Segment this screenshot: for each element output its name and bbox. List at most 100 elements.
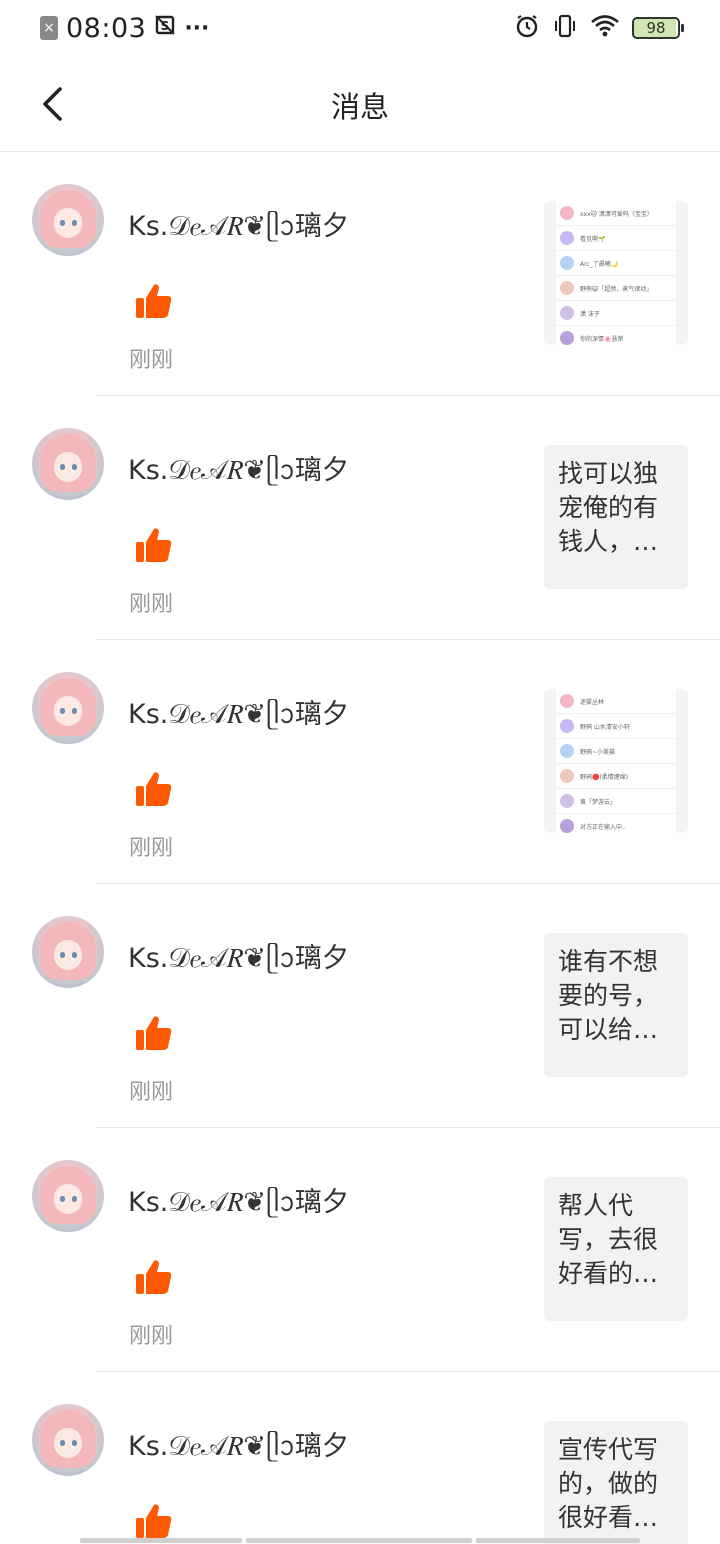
post-preview-text[interactable]: 谁有不想要的号，可以给…: [544, 933, 688, 1077]
preview-name: 野鸦🔴(柔情缠绵): [580, 773, 629, 781]
timestamp: 刚刚: [129, 836, 174, 861]
timestamp: 刚刚: [129, 348, 174, 373]
avatar-face: [54, 452, 82, 482]
preview-name: 看见啊🌱: [580, 235, 606, 243]
indicator-segment: [246, 1538, 472, 1543]
preview-name: 对方正在输入中..: [580, 823, 626, 831]
post-preview-image[interactable]: 迷雾丛林野鸦 山水清安小轩 野鸦~小美猫野鸦🔴(柔情缠绵) 黄「梦游云」对方正在输入…: [544, 689, 688, 833]
avatar-face: [54, 208, 82, 238]
status-right: 98: [514, 12, 684, 44]
header: 消息: [0, 56, 720, 152]
preview-name: 潇 沫子: [580, 310, 600, 318]
preview-name: 野鸦~小美猫: [580, 748, 616, 756]
preview-name: 你的深情🌸慧荣: [580, 335, 624, 343]
battery-level: 98: [646, 19, 666, 37]
preview-name: xxx🐱 潇潇可爱吗〈宝宝〉: [580, 210, 653, 218]
preview-list-item: 潇 沫子: [556, 301, 676, 326]
avatar[interactable]: [32, 672, 104, 744]
preview-name: Arc_了晨曦🌙: [580, 260, 619, 268]
page-title: 消息: [330, 90, 389, 124]
preview-list-item: 看见啊🌱: [556, 226, 676, 251]
wifi-icon: [590, 14, 620, 42]
preview-list-item: 黄「梦游云」: [556, 789, 676, 814]
preview-avatar: [560, 744, 574, 758]
avatar-eye: [60, 1196, 65, 1202]
preview-list-item: xxx🐱 潇潇可爱吗〈宝宝〉: [556, 201, 676, 226]
vibrate-icon: [552, 13, 578, 43]
avatar-face: [54, 1184, 82, 1214]
message-row[interactable]: Ks.𝒟𝑒𝒜𝑅❦ᥫᩣ璃夕 刚刚 xxx🐱 潇潇可爱吗〈宝宝〉 看见啊🌱 Arc_了晨…: [0, 152, 720, 396]
avatar-face: [54, 940, 82, 970]
thumbs-up-icon: [136, 528, 172, 562]
preview-list-item: 野熊😺「超然，蒸气律动」: [556, 276, 676, 301]
timestamp: 刚刚: [129, 1324, 174, 1349]
message-row[interactable]: Ks.𝒟𝑒𝒜𝑅❦ᥫᩣ璃夕 刚刚 谁有不想要的号，可以给…: [0, 884, 720, 1128]
preview-avatar: [560, 719, 574, 733]
avatar[interactable]: [32, 1404, 104, 1476]
avatar-eye: [72, 1440, 77, 1446]
preview-avatar: [560, 819, 574, 833]
username[interactable]: Ks.𝒟𝑒𝒜𝑅❦ᥫᩣ璃夕: [128, 1180, 349, 1226]
battery-icon: 98: [632, 17, 684, 39]
message-row[interactable]: Ks.𝒟𝑒𝒜𝑅❦ᥫᩣ璃夕 刚刚 迷雾丛林野鸦 山水清安小轩 野鸦~小美猫野鸦🔴(柔…: [0, 640, 720, 884]
indicator-segment: [476, 1538, 640, 1543]
preview-list-item: 你的深情🌸慧荣: [556, 326, 676, 345]
status-more: ···: [184, 15, 210, 41]
thumbs-up-icon: [136, 1016, 172, 1050]
avatar[interactable]: [32, 428, 104, 500]
avatar-eye: [60, 952, 65, 958]
post-preview-text[interactable]: 帮人代写，去很好看的…: [544, 1177, 688, 1321]
message-row[interactable]: Ks.𝒟𝑒𝒜𝑅❦ᥫᩣ璃夕 刚刚 帮人代写，去很好看的…: [0, 1128, 720, 1372]
username[interactable]: Ks.𝒟𝑒𝒜𝑅❦ᥫᩣ璃夕: [128, 1424, 349, 1470]
avatar-eye: [60, 1440, 65, 1446]
timestamp: 刚刚: [129, 1080, 174, 1105]
avatar-eye: [60, 708, 65, 714]
avatar[interactable]: [32, 1160, 104, 1232]
preview-avatar: [560, 281, 574, 295]
avatar[interactable]: [32, 184, 104, 256]
preview-avatar: [560, 769, 574, 783]
post-preview-text[interactable]: 找可以独宠俺的有钱人，…: [544, 445, 688, 589]
preview-name: 黄「梦游云」: [580, 798, 617, 806]
avatar-eye: [72, 464, 77, 470]
message-list[interactable]: Ks.𝒟𝑒𝒜𝑅❦ᥫᩣ璃夕 刚刚 xxx🐱 潇潇可爱吗〈宝宝〉 看见啊🌱 Arc_了晨…: [0, 152, 720, 1544]
indicator-segment: [80, 1538, 242, 1543]
avatar-eye: [72, 1196, 77, 1202]
preview-list-item: 野鸦🔴(柔情缠绵): [556, 764, 676, 789]
avatar[interactable]: [32, 916, 104, 988]
preview-name: 野熊😺「超然，蒸气律动」: [580, 285, 653, 293]
avatar-eye: [60, 220, 65, 226]
preview-avatar: [560, 306, 574, 320]
username[interactable]: Ks.𝒟𝑒𝒜𝑅❦ᥫᩣ璃夕: [128, 936, 349, 982]
thumbs-up-icon: [136, 1260, 172, 1294]
preview-list-item: 对方正在输入中..: [556, 814, 676, 833]
username[interactable]: Ks.𝒟𝑒𝒜𝑅❦ᥫᩣ璃夕: [128, 204, 349, 250]
preview-card: 迷雾丛林野鸦 山水清安小轩 野鸦~小美猫野鸦🔴(柔情缠绵) 黄「梦游云」对方正在输入…: [556, 689, 676, 833]
post-preview-image[interactable]: xxx🐱 潇潇可爱吗〈宝宝〉 看见啊🌱 Arc_了晨曦🌙 野熊😺「超然，蒸气律动」潇 …: [544, 201, 688, 345]
preview-avatar: [560, 206, 574, 220]
avatar-eye: [72, 952, 77, 958]
avatar-eye: [72, 220, 77, 226]
preview-avatar: [560, 256, 574, 270]
preview-name: 野鸦 山水清安小轩: [580, 723, 630, 731]
alarm-icon: [514, 13, 540, 43]
scroll-indicator: [80, 1538, 640, 1543]
message-row[interactable]: Ks.𝒟𝑒𝒜𝑅❦ᥫᩣ璃夕 刚刚 找可以独宠俺的有钱人，…: [0, 396, 720, 640]
username[interactable]: Ks.𝒟𝑒𝒜𝑅❦ᥫᩣ璃夕: [128, 692, 349, 738]
preview-avatar: [560, 331, 574, 345]
thumbs-up-icon: [136, 284, 172, 318]
post-preview-text[interactable]: 宣传代写的，做的很好看…: [544, 1421, 688, 1544]
preview-list-item: 野鸦 山水清安小轩: [556, 714, 676, 739]
message-row[interactable]: Ks.𝒟𝑒𝒜𝑅❦ᥫᩣ璃夕 刚刚 宣传代写的，做的很好看…: [0, 1372, 720, 1544]
timestamp: 刚刚: [129, 592, 174, 617]
avatar-face: [54, 1428, 82, 1458]
preview-avatar: [560, 794, 574, 808]
avatar-face: [54, 696, 82, 726]
preview-avatar: [560, 231, 574, 245]
avatar-eye: [72, 708, 77, 714]
username[interactable]: Ks.𝒟𝑒𝒜𝑅❦ᥫᩣ璃夕: [128, 448, 349, 494]
thumbs-up-icon: [136, 772, 172, 806]
preview-name: 迷雾丛林: [580, 698, 605, 706]
status-bar: × 08:03 S ··· 98: [0, 0, 720, 56]
preview-list-item: Arc_了晨曦🌙: [556, 251, 676, 276]
